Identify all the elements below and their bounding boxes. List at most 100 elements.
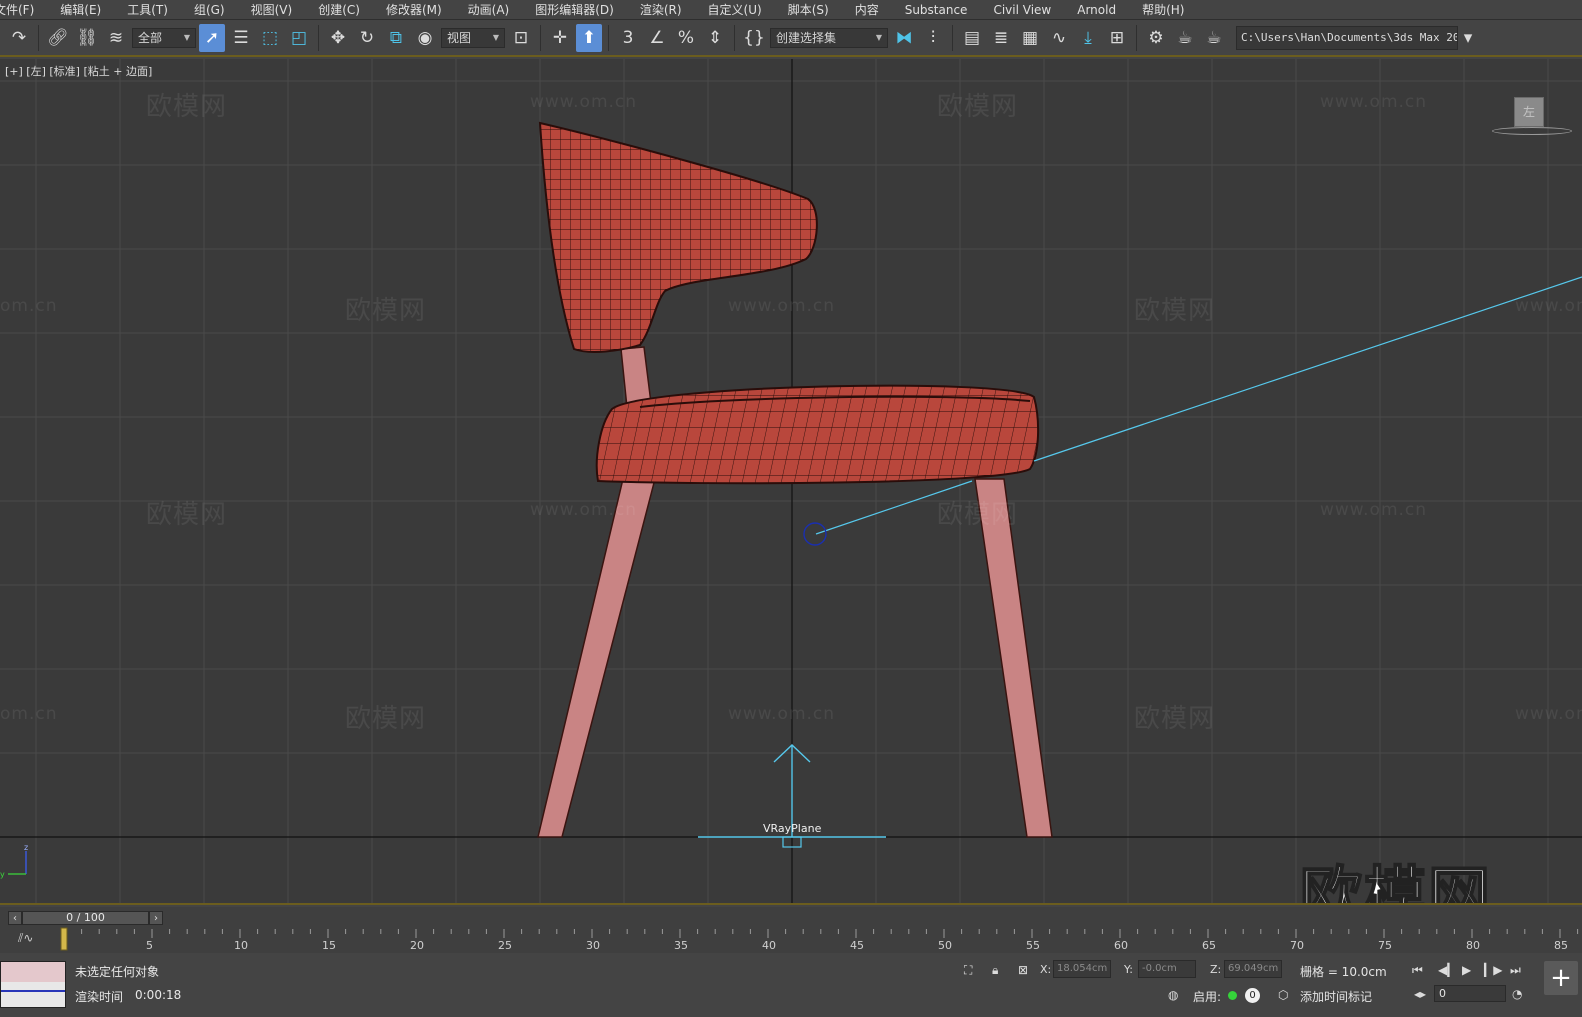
named-selection-set-dropdown[interactable]: 创建选择集 ▼ xyxy=(770,27,888,48)
z-coordinate-field[interactable]: 69.049cm xyxy=(1224,960,1282,978)
snaps-toggle-icon[interactable]: 3 xyxy=(615,24,641,52)
next-frame-icon[interactable]: › xyxy=(149,911,163,925)
dope-sheet-icon[interactable]: ⤓ xyxy=(1075,24,1101,52)
go-to-end-icon[interactable]: ⏭ xyxy=(1510,963,1521,978)
x-coordinate-field[interactable]: 18.054cm xyxy=(1053,960,1111,978)
chair-backrest xyxy=(538,121,818,353)
play-icon[interactable]: ▶ xyxy=(1462,963,1471,977)
render-setup-icon[interactable]: ⚙ xyxy=(1143,24,1169,52)
menu-item[interactable]: 编辑(E) xyxy=(47,1,114,18)
maxscript-listener-mini[interactable] xyxy=(0,961,66,1008)
mirror-icon[interactable]: ⧓ xyxy=(891,24,917,52)
menu-item[interactable]: 脚本(S) xyxy=(775,1,842,18)
menu-item[interactable]: 自定义(U) xyxy=(695,1,775,18)
edit-named-selection-icon[interactable]: {} xyxy=(741,24,767,52)
ribbon-toggle-icon[interactable]: ▦ xyxy=(1017,24,1043,52)
percent-snap-icon[interactable]: % xyxy=(673,24,699,52)
schematic-view-icon[interactable]: ⊞ xyxy=(1104,24,1130,52)
key-mode-toggle-icon[interactable]: ◂▸ xyxy=(1414,987,1426,1001)
world-axis-tripod: z y xyxy=(0,843,28,879)
time-tag-icon[interactable]: ⬡ xyxy=(1278,988,1288,1002)
scene-explorer-icon[interactable]: ▤ xyxy=(959,24,985,52)
menu-item[interactable]: Civil View xyxy=(980,3,1064,17)
menu-item[interactable]: 渲染(R) xyxy=(627,1,695,18)
menu-item[interactable]: Arnold xyxy=(1064,3,1129,17)
watermark: 欧模网 xyxy=(1134,704,1216,734)
add-time-tag-button[interactable]: 添加时间标记 xyxy=(1300,988,1372,1005)
menu-item[interactable]: 创建(C) xyxy=(305,1,373,18)
bind-space-warp-icon[interactable]: ≋ xyxy=(103,24,129,52)
y-coordinate-field[interactable]: -0.0cm xyxy=(1138,960,1196,978)
enable-label: 启用: xyxy=(1193,990,1222,1004)
lock-selection-icon[interactable]: 🔒︎ xyxy=(992,963,998,978)
time-configuration-icon[interactable]: ◔ xyxy=(1512,987,1522,1001)
watermark: 欧模网 xyxy=(1134,296,1216,326)
watermark: 欧模网 xyxy=(146,92,228,122)
next-key-icon[interactable]: ▎▶ xyxy=(1484,963,1502,977)
track-bar[interactable]: ⫽∿ 5 10 15 20 25 30 35 40 45 50 55 60 65 70 75 80 85 xyxy=(0,927,1582,953)
absolute-mode-icon[interactable]: ⊠ xyxy=(1018,963,1028,977)
menu-item[interactable]: Substance xyxy=(892,3,981,17)
render-time-value: 0:00:18 xyxy=(135,988,182,1002)
current-frame-field[interactable]: 0 xyxy=(1434,985,1506,1002)
pivot-center-icon[interactable]: ⊡ xyxy=(508,24,534,52)
watermark: 欧模网 xyxy=(345,704,427,734)
move-icon[interactable]: ✥ xyxy=(325,24,351,52)
go-to-start-icon[interactable]: ⏮ xyxy=(1412,963,1423,978)
align-icon[interactable]: ⫶ xyxy=(920,24,946,52)
menu-item[interactable]: 图形编辑器(D) xyxy=(522,1,627,18)
isolate-selection-icon[interactable]: ⛶ xyxy=(964,963,972,978)
left-viewport[interactable]: z y 欧模网 www.om.cn 欧模网 www.om.cn om.cn 欧模… xyxy=(0,59,1582,905)
spinner-snap-icon[interactable]: ⇕ xyxy=(702,24,728,52)
viewport-scene: z y xyxy=(0,59,1582,903)
selection-status-text: 未选定任何对象 xyxy=(75,965,160,979)
viewcube[interactable]: 左 xyxy=(1492,97,1572,147)
rectangular-selection-icon[interactable]: ⬚ xyxy=(257,24,283,52)
scale-icon[interactable]: ⧉ xyxy=(383,24,409,52)
menu-item[interactable]: 内容 xyxy=(842,1,892,18)
previous-key-icon[interactable]: ◀▎ xyxy=(1438,963,1456,977)
create-plus-icon[interactable]: + xyxy=(1544,961,1578,995)
menu-item[interactable]: 视图(V) xyxy=(238,1,306,18)
grid-size-readout: 栅格 = 10.0cm xyxy=(1300,965,1387,979)
angle-snap-icon[interactable]: ∠ xyxy=(644,24,670,52)
menu-item[interactable]: 动画(A) xyxy=(455,1,523,18)
select-manipulate-icon[interactable]: ✛ xyxy=(547,24,573,52)
timeline-tick-label: 40 xyxy=(762,939,776,952)
menu-item[interactable]: 文件(F) xyxy=(0,1,47,18)
viewport-label-menu[interactable]: [+] [左] [标准] [粘土 + 边面] xyxy=(5,63,152,79)
keyboard-shortcut-override-icon[interactable]: ⬆ xyxy=(576,23,602,52)
reference-coordinate-dropdown[interactable]: 视图 ▼ xyxy=(441,27,505,48)
layer-explorer-icon[interactable]: ≣ xyxy=(988,24,1014,52)
adaptive-degradation-icon[interactable]: ◍ xyxy=(1168,988,1178,1002)
chevron-down-icon[interactable]: ▾ xyxy=(1461,24,1475,52)
viewcube-compass-ring[interactable] xyxy=(1492,127,1572,135)
select-by-name-icon[interactable]: ☰ xyxy=(228,24,254,52)
time-slider[interactable]: 0 / 100 xyxy=(22,911,149,925)
selection-filter-dropdown[interactable]: 全部 ▼ xyxy=(132,27,196,48)
redo-icon[interactable]: ↷ xyxy=(6,24,32,52)
link-icon[interactable]: 🔗︎ xyxy=(45,24,71,52)
curve-editor-icon[interactable]: ∿ xyxy=(1046,24,1072,52)
previous-frame-icon[interactable]: ‹ xyxy=(8,911,22,925)
menu-item[interactable]: 帮助(H) xyxy=(1129,1,1197,18)
placement-icon[interactable]: ◉ xyxy=(412,24,438,52)
project-folder-path[interactable]: C:\Users\Han\Documents\3ds Max 2022 xyxy=(1236,25,1458,50)
toolbar-separator xyxy=(38,24,39,51)
rotate-icon[interactable]: ↻ xyxy=(354,24,380,52)
viewcube-face[interactable]: 左 xyxy=(1514,97,1544,127)
select-object-icon[interactable]: ➚ xyxy=(199,23,225,52)
render-production-icon[interactable]: ☕︎ xyxy=(1201,24,1227,52)
rendered-frame-window-icon[interactable]: ☕︎ xyxy=(1172,24,1198,52)
listener-input-band xyxy=(1,962,65,982)
snap-dimension-label: 3 xyxy=(622,27,634,48)
menu-item[interactable]: 组(G) xyxy=(181,1,238,18)
unlink-icon[interactable]: ⛓︎ xyxy=(74,24,100,52)
selection-filter-value: 全部 xyxy=(138,31,163,45)
timeline-tick-label: 25 xyxy=(498,939,512,952)
menu-item[interactable]: 工具(T) xyxy=(114,1,181,18)
timeline-tick-label: 65 xyxy=(1202,939,1216,952)
watermark: www.om.cn xyxy=(1320,92,1428,112)
menu-item[interactable]: 修改器(M) xyxy=(373,1,455,18)
window-crossing-icon[interactable]: ◰ xyxy=(286,24,312,52)
